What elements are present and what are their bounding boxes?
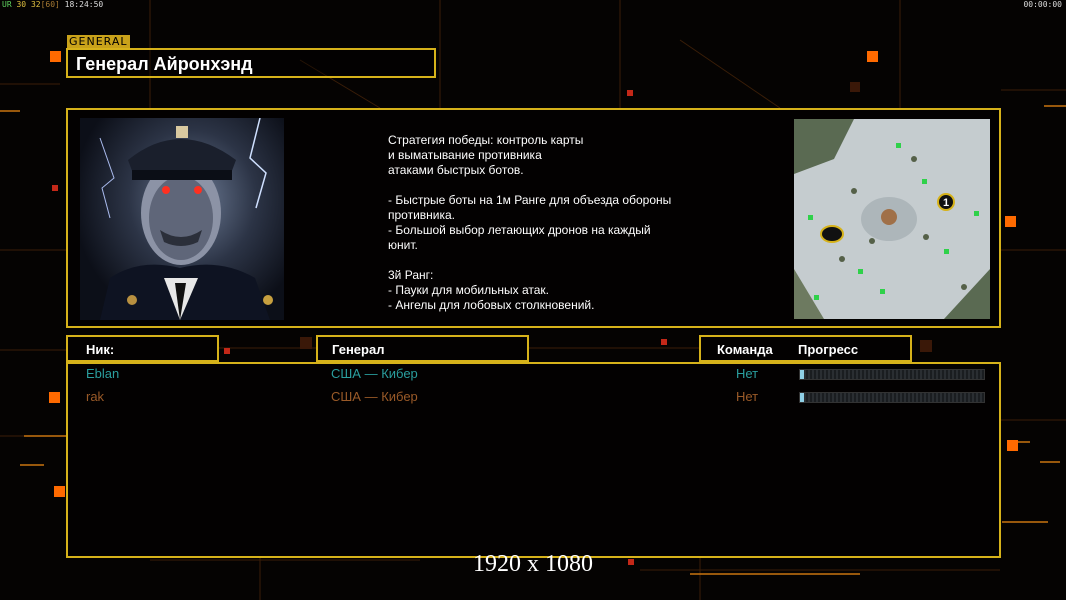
player-progress-fill	[800, 370, 804, 379]
column-label-nick: Ник:	[86, 342, 115, 357]
map-preview[interactable]: 1	[794, 119, 990, 319]
resolution-label: 1920 x 1080	[473, 551, 593, 577]
player-nick: rak	[86, 389, 105, 404]
cyborg-general-icon	[99, 118, 273, 320]
general-tag: GENERAL	[67, 35, 130, 48]
fps-overlay: UR 30 32[60] 18:24:50	[2, 0, 103, 10]
hud-prefix: UR	[2, 0, 12, 9]
player-nick: Eblan	[86, 366, 120, 381]
general-title-box: Генерал Айронхэнд	[66, 48, 436, 78]
column-header-nick: Ник:	[66, 335, 219, 362]
player-row[interactable]: rak США — Кибер Нет	[0, 389, 1066, 405]
player-progress-fill	[800, 393, 804, 402]
start-position-label: 1	[943, 197, 949, 209]
minimap-icon: 1	[794, 119, 990, 319]
hud-fps-target: [60]	[40, 0, 60, 9]
hud-clock: 18:24:50	[64, 0, 104, 9]
player-team[interactable]: Нет	[736, 389, 758, 404]
column-header-general: Генерал	[316, 335, 529, 362]
general-portrait	[80, 118, 284, 320]
player-progress-bar	[799, 392, 985, 403]
column-label-team: Команда	[717, 342, 773, 357]
player-row[interactable]: Eblan США — Кибер Нет	[0, 366, 1066, 382]
column-header-team-progress: Команда Прогресс	[699, 335, 912, 362]
hud-fps-cap: 32	[30, 0, 41, 9]
strategy-description: Стратегия победы: контроль карты и вымат…	[388, 133, 672, 312]
hud-fps: 30	[16, 0, 27, 9]
general-name: Генерал Айронхэнд	[76, 54, 253, 74]
player-general[interactable]: США — Кибер	[331, 366, 418, 381]
player-team[interactable]: Нет	[736, 366, 758, 381]
column-label-general: Генерал	[332, 342, 385, 357]
player-general[interactable]: США — Кибер	[331, 389, 418, 404]
player-progress-bar	[799, 369, 985, 380]
hud-timer: 00:00:00	[1023, 0, 1062, 9]
column-label-progress: Прогресс	[798, 342, 859, 357]
